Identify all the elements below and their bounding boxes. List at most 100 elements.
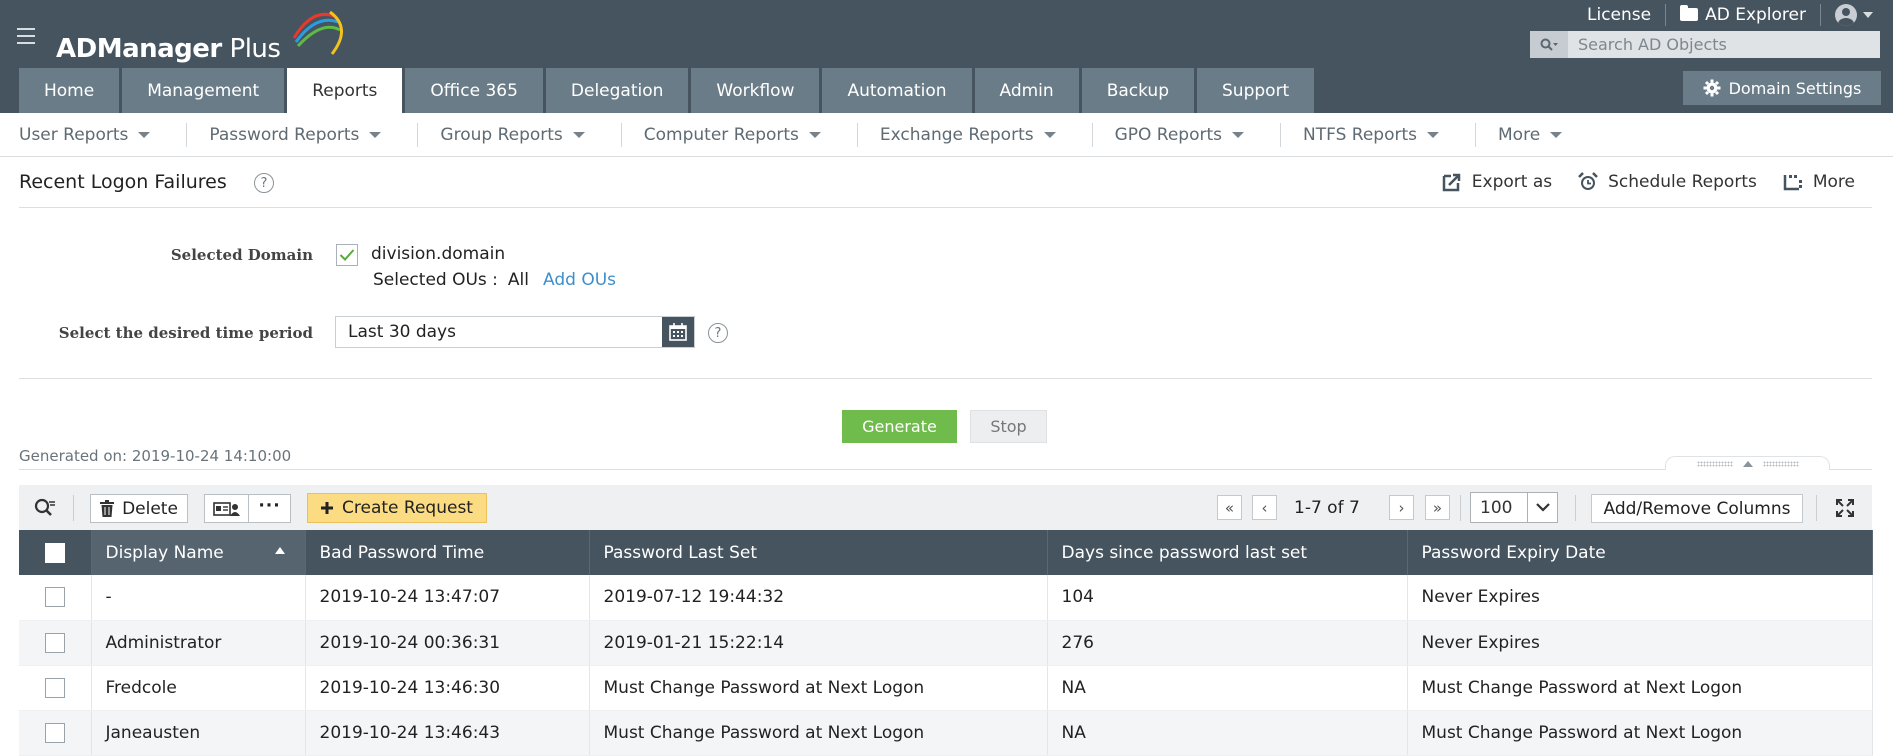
chevron-right-icon: › [1398, 498, 1405, 517]
row-checkbox[interactable] [44, 587, 65, 608]
selected-ous: Selected OUs : All Add OUs [373, 270, 616, 290]
cell-days-since-last-set: NA [1047, 710, 1408, 756]
previous-page-button[interactable]: ‹ [1252, 495, 1277, 520]
subnav-computer-reports[interactable]: Computer Reports [644, 125, 821, 145]
tab-management[interactable]: Management [122, 68, 285, 113]
more-dots-icon [1783, 175, 1802, 191]
domain-settings-button[interactable]: Domain Settings [1683, 71, 1881, 105]
subnav-label: Password Reports [209, 124, 360, 145]
column-header-display-name[interactable]: Display Name [91, 530, 306, 575]
tab-support[interactable]: Support [1197, 68, 1315, 113]
time-period-field[interactable]: Last 30 days [335, 316, 695, 348]
column-header-password-last-set[interactable]: Password Last Set [589, 530, 1048, 575]
tab-delegation[interactable]: Delegation [545, 68, 689, 113]
subnav-ntfs-reports[interactable]: NTFS Reports [1303, 125, 1440, 145]
subnav-exchange-reports[interactable]: Exchange Reports [880, 125, 1056, 145]
last-page-button[interactable]: » [1425, 495, 1450, 520]
app-logo[interactable]: ADManager Plus [56, 10, 343, 64]
top-links: License AD Explorer [1573, 4, 1873, 26]
subnav-gpo-reports[interactable]: GPO Reports [1114, 124, 1245, 145]
divider [1280, 122, 1282, 147]
table-row[interactable]: Janeausten 2019-10-24 13:46:43 Must Chan… [19, 710, 1873, 756]
more-tools-button[interactable]: ··· [248, 494, 291, 523]
chevron-down-icon [1427, 131, 1440, 138]
schedule-reports-button[interactable]: Schedule Reports [1578, 172, 1757, 192]
select-all-checkbox[interactable] [44, 542, 65, 563]
row-checkbox[interactable] [44, 677, 65, 698]
ad-explorer-link[interactable]: AD Explorer [1666, 5, 1820, 25]
divider [417, 122, 419, 147]
domain-checkbox[interactable] [336, 244, 358, 266]
next-page-button[interactable]: › [1389, 495, 1414, 520]
ellipsis-icon: ··· [258, 495, 281, 516]
tab-office-365[interactable]: Office 365 [405, 68, 543, 113]
select-all-cell [19, 530, 92, 575]
create-request-button[interactable]: Create Request [307, 493, 487, 523]
ad-explorer-label: AD Explorer [1705, 5, 1806, 25]
column-header-days-since-password-last-set[interactable]: Days since password last set [1047, 530, 1408, 575]
cell-password-expiry-date: Never Expires [1407, 620, 1873, 666]
add-ous-link[interactable]: Add OUs [543, 270, 616, 290]
divider [1816, 495, 1817, 521]
time-period-label: Select the desired time period [58, 324, 313, 342]
table-row[interactable]: - 2019-10-24 13:47:07 2019-07-12 19:44:3… [19, 575, 1873, 621]
stop-button[interactable]: Stop [970, 410, 1047, 443]
export-as-button[interactable]: Export as [1442, 172, 1552, 192]
tab-automation[interactable]: Automation [822, 68, 972, 113]
fullscreen-icon[interactable] [1836, 499, 1854, 521]
row-checkbox[interactable] [44, 722, 65, 743]
pagination-label: 1-7 of 7 [1294, 498, 1360, 518]
first-page-button[interactable]: « [1217, 495, 1242, 520]
row-select-cell [19, 665, 92, 711]
create-request-label: Create Request [342, 498, 473, 518]
chevron-up-icon [1742, 460, 1753, 467]
tab-backup[interactable]: Backup [1081, 68, 1195, 113]
search-filter-icon[interactable] [34, 498, 56, 522]
search-input[interactable] [1568, 31, 1878, 58]
delete-button[interactable]: Delete [90, 494, 188, 523]
subnav-group-reports[interactable]: Group Reports [440, 125, 585, 145]
collapse-panel-handle[interactable] [1665, 456, 1830, 470]
subnav-user-reports[interactable]: User Reports [19, 125, 151, 145]
contact-actions-button[interactable] [204, 494, 249, 523]
hamburger-menu-icon[interactable] [17, 28, 35, 44]
cell-days-since-last-set: NA [1047, 665, 1408, 711]
selected-ous-value: All [507, 270, 529, 290]
subnav-password-reports[interactable]: Password Reports [209, 124, 382, 145]
subnav-more[interactable]: More [1498, 125, 1563, 145]
tab-reports[interactable]: Reports [287, 68, 403, 113]
generated-on-text: Generated on: 2019-10-24 14:10:00 [19, 447, 292, 465]
cell-bad-password-time: 2019-10-24 13:46:30 [305, 665, 590, 711]
license-link[interactable]: License [1573, 5, 1665, 25]
add-remove-columns-button[interactable]: Add/Remove Columns [1591, 494, 1803, 523]
chevron-down-icon [1550, 131, 1563, 138]
user-card-icon [212, 501, 240, 516]
divider [620, 122, 622, 147]
divider [1460, 495, 1461, 521]
row-select-cell [19, 620, 92, 666]
subnav-label: GPO Reports [1114, 124, 1223, 145]
user-avatar-icon [1835, 4, 1857, 26]
divider [19, 469, 1872, 470]
help-icon[interactable]: ? [708, 323, 728, 343]
generate-button[interactable]: Generate [842, 410, 957, 443]
tab-home[interactable]: Home [19, 68, 120, 113]
cell-password-expiry-date: Never Expires [1407, 575, 1873, 621]
more-actions-button[interactable]: More [1783, 172, 1855, 192]
chevron-down-icon [1863, 12, 1873, 18]
column-header-password-expiry-date[interactable]: Password Expiry Date [1407, 530, 1873, 575]
grip-icon [1696, 460, 1733, 467]
column-header-bad-password-time[interactable]: Bad Password Time [305, 530, 590, 575]
tab-admin[interactable]: Admin [974, 68, 1079, 113]
help-icon[interactable]: ? [254, 173, 274, 193]
table-row[interactable]: Administrator 2019-10-24 00:36:31 2019-0… [19, 620, 1873, 666]
calendar-icon[interactable] [662, 317, 694, 347]
user-menu[interactable] [1821, 4, 1873, 26]
page-size-select[interactable]: 100 [1470, 492, 1558, 523]
cell-password-last-set: Must Change Password at Next Logon [589, 665, 1048, 711]
tab-workflow[interactable]: Workflow [691, 68, 820, 113]
schedule-reports-label: Schedule Reports [1608, 172, 1757, 192]
row-checkbox[interactable] [44, 632, 65, 653]
search-icon[interactable] [1530, 31, 1568, 58]
table-row[interactable]: Fredcole 2019-10-24 13:46:30 Must Change… [19, 665, 1873, 711]
